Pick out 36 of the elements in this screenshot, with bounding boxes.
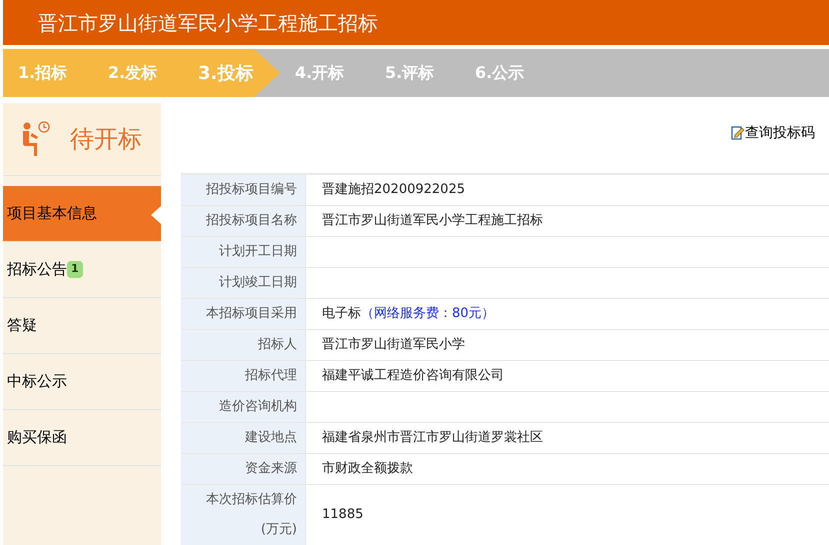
count-badge: 1	[67, 261, 83, 278]
field-label: 招标代理	[245, 367, 297, 385]
field-label: 造价咨询机构	[219, 398, 297, 416]
query-link[interactable]: 查询投标码	[731, 123, 815, 144]
menu-label: 购买保函	[7, 427, 67, 448]
field-label: 招投标项目名称	[206, 212, 297, 230]
field-label: 计划竣工日期	[219, 274, 297, 292]
fee-note: （网络服务费：80元）	[361, 305, 495, 324]
menu-label: 招标公告	[7, 259, 67, 280]
field-label: 本次招标估算价(万元)	[205, 491, 297, 539]
field-label: 本招标项目采用	[206, 305, 297, 323]
sidebar-item[interactable]: 项目基本信息	[3, 186, 161, 242]
sidebar-item[interactable]: 招标公告 1	[3, 242, 161, 298]
field-value: 福建平诚工程造价咨询有限公司	[322, 367, 504, 386]
menu-label: 中标公示	[7, 371, 67, 392]
field-label: 计划开工日期	[219, 243, 297, 261]
page-title: 晋江市罗山街道军民小学工程施工招标	[38, 10, 378, 36]
sidebar-item[interactable]: 答疑	[3, 298, 161, 354]
field-value: 市财政全额拨款	[322, 460, 413, 478]
status-label: 待开标	[70, 124, 142, 155]
field-value: 晋江市罗山街道军民小学	[322, 336, 465, 354]
field-label: 招投标项目编号	[206, 181, 297, 199]
field-value: 电子标	[322, 305, 361, 324]
menu-label: 项目基本信息	[7, 203, 97, 224]
edit-document-icon	[731, 126, 745, 141]
sidebar-item[interactable]: 中标公示	[3, 354, 161, 410]
pointer-notch-icon	[151, 206, 161, 224]
field-label: 资金来源	[245, 460, 297, 478]
field-value: 11885	[322, 506, 364, 524]
field-value: 福建省泉州市晋江市罗山街道罗裳社区	[322, 429, 543, 448]
menu-label: 答疑	[7, 315, 37, 336]
field-value: 晋江市罗山街道军民小学工程施工招标	[322, 212, 543, 230]
field-label: 建设地点	[245, 429, 297, 447]
field-label: 招标人	[258, 336, 297, 354]
sidebar-item[interactable]: 购买保函	[3, 410, 161, 466]
field-value: 晋建施招20200922025	[322, 181, 465, 200]
